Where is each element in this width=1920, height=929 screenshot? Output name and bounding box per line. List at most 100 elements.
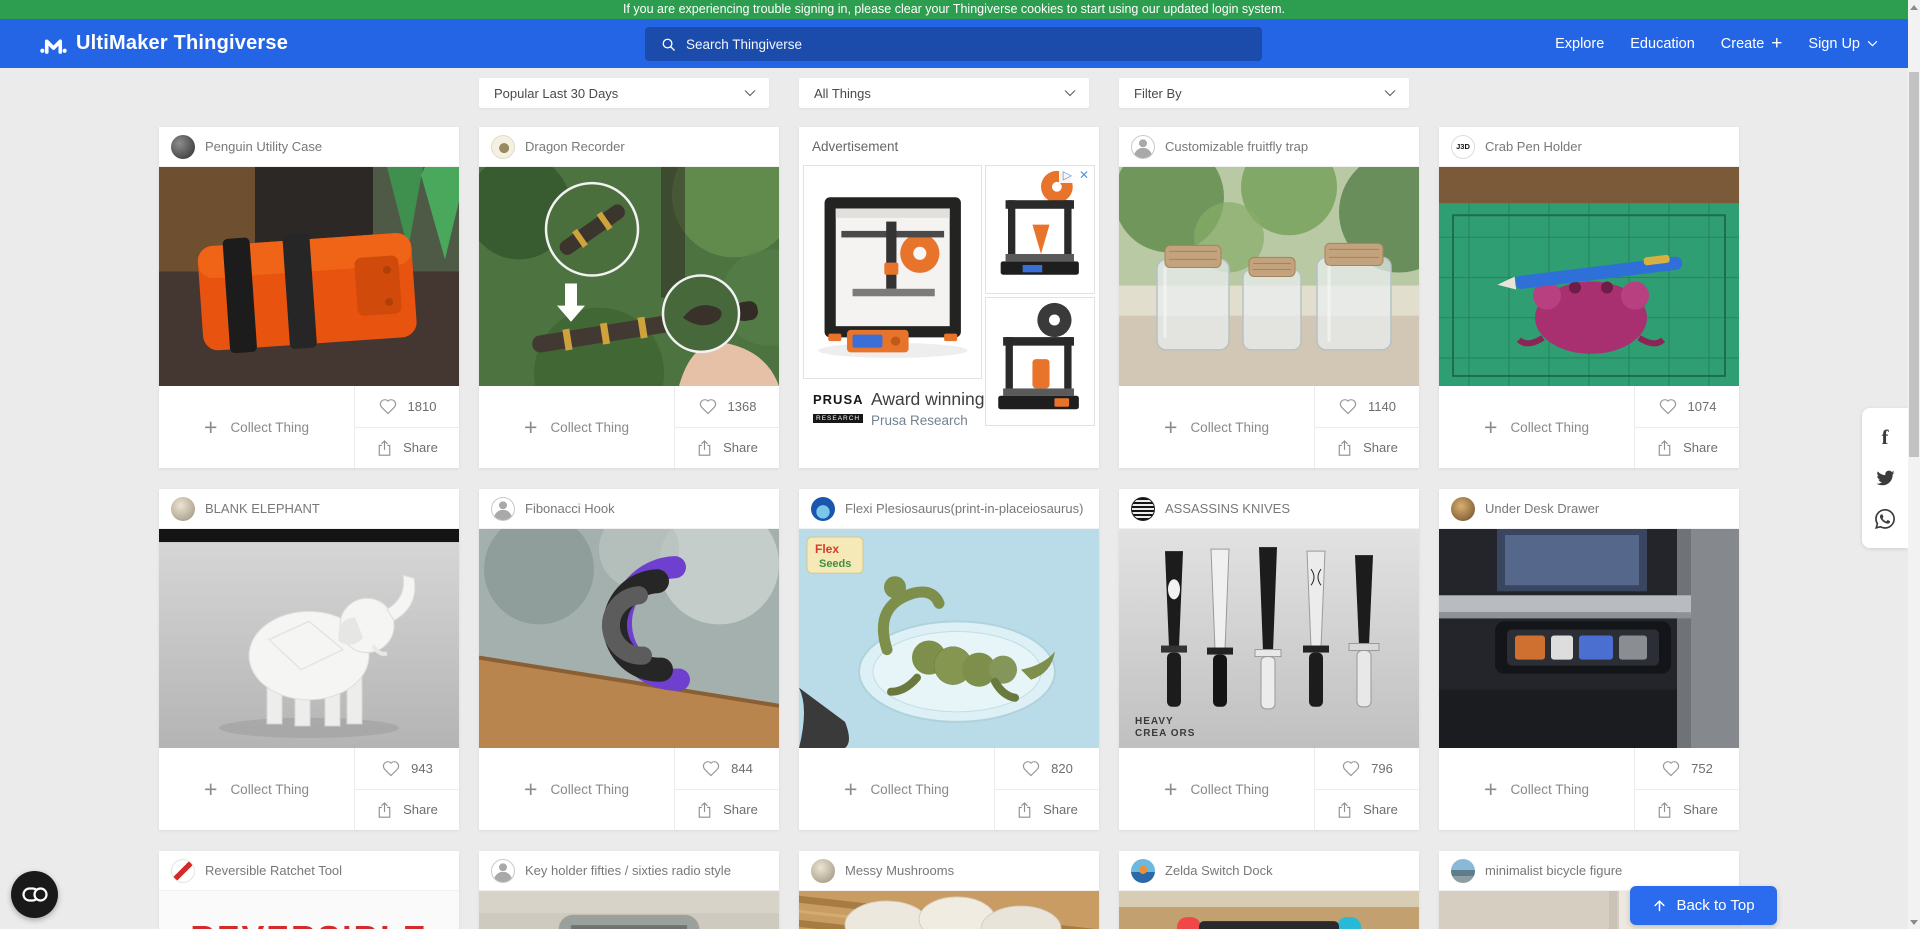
thing-title[interactable]: Zelda Switch Dock (1165, 863, 1273, 878)
back-to-top-button[interactable]: Back to Top (1630, 886, 1777, 925)
ad-printer-image-top[interactable] (985, 165, 1095, 294)
search-box[interactable] (645, 27, 1262, 61)
category-dropdown[interactable]: All Things (799, 78, 1089, 108)
share-button[interactable]: Share (1635, 428, 1739, 469)
thing-title[interactable]: Customizable fruitfly trap (1165, 139, 1308, 154)
thing-title[interactable]: BLANK ELEPHANT (205, 501, 320, 516)
creator-avatar[interactable] (171, 497, 195, 521)
thing-title[interactable]: Under Desk Drawer (1485, 501, 1599, 516)
whatsapp-icon[interactable] (1875, 509, 1895, 529)
creator-avatar[interactable] (1131, 859, 1155, 883)
like-button[interactable]: 796 (1315, 748, 1419, 790)
search-input[interactable] (686, 37, 1248, 52)
nav-explore[interactable]: Explore (1555, 36, 1604, 52)
cookie-settings-button[interactable] (11, 871, 58, 918)
nav-signup[interactable]: Sign Up (1808, 36, 1878, 52)
thing-title[interactable]: Key holder fifties / sixties radio style (525, 863, 731, 878)
thing-title[interactable]: ASSASSINS KNIVES (1165, 501, 1290, 516)
thing-image[interactable]: HEAVYCREA ORS (1119, 529, 1419, 748)
creator-avatar[interactable] (1451, 859, 1475, 883)
collect-thing-button[interactable]: + Collect Thing (799, 748, 995, 830)
thing-image[interactable] (479, 891, 779, 929)
facebook-icon[interactable]: f (1882, 427, 1889, 448)
thing-image[interactable] (799, 891, 1099, 929)
thing-image[interactable] (159, 529, 459, 748)
collect-thing-button[interactable]: + Collect Thing (1119, 386, 1315, 468)
share-button[interactable]: Share (1635, 790, 1739, 831)
like-button[interactable]: 1140 (1315, 386, 1419, 428)
thing-title[interactable]: Reversible Ratchet Tool (205, 863, 342, 878)
creator-avatar[interactable] (491, 497, 515, 521)
scrollbar[interactable] (1908, 0, 1920, 929)
brand-logo[interactable]: UltiMaker Thingiverse (40, 19, 288, 68)
collect-thing-button[interactable]: + Collect Thing (159, 386, 355, 468)
thing-image[interactable] (159, 167, 459, 386)
thing-image[interactable] (1439, 167, 1739, 386)
sort-dropdown[interactable]: Popular Last 30 Days (479, 78, 769, 108)
thing-image[interactable] (479, 167, 779, 386)
thing-title[interactable]: Messy Mushrooms (845, 863, 954, 878)
scroll-down-arrow[interactable] (1908, 915, 1920, 929)
thing-image[interactable] (1439, 529, 1739, 748)
share-button[interactable]: Share (355, 428, 459, 469)
share-button[interactable]: Share (1315, 790, 1419, 831)
thing-title[interactable]: Crab Pen Holder (1485, 139, 1582, 154)
filter-dropdown[interactable]: Filter By (1119, 78, 1409, 108)
collect-thing-button[interactable]: + Collect Thing (1119, 748, 1315, 830)
share-button[interactable]: Share (675, 790, 779, 831)
adchoices-icon[interactable]: ▷ (1063, 168, 1072, 182)
creator-avatar[interactable] (811, 497, 835, 521)
thing-image[interactable]: FlexSeeds (799, 529, 1099, 748)
share-button[interactable]: Share (1315, 428, 1419, 469)
collect-thing-button[interactable]: + Collect Thing (1439, 386, 1635, 468)
share-button[interactable]: Share (675, 428, 779, 469)
ad-printer-image-bottom[interactable] (985, 297, 1095, 426)
nav-education[interactable]: Education (1630, 36, 1695, 52)
prusa-research-logo[interactable]: PRUSA RESEARCH (813, 392, 859, 425)
thing-title[interactable]: minimalist bicycle figure (1485, 863, 1622, 878)
collect-label: Collect Thing (550, 420, 629, 435)
thing-title[interactable]: Dragon Recorder (525, 139, 625, 154)
collect-thing-button[interactable]: + Collect Thing (479, 748, 675, 830)
thing-image[interactable] (1119, 891, 1419, 929)
creator-avatar[interactable] (811, 859, 835, 883)
share-button[interactable]: Share (995, 790, 1099, 831)
thing-title[interactable]: Flexi Plesiosaurus(print-in-placeiosauru… (845, 501, 1083, 516)
collect-thing-button[interactable]: + Collect Thing (159, 748, 355, 830)
thing-title[interactable]: Fibonacci Hook (525, 501, 615, 516)
like-button[interactable]: 1368 (675, 386, 779, 428)
creator-avatar[interactable] (171, 859, 195, 883)
creator-avatar[interactable] (1451, 497, 1475, 521)
like-button[interactable]: 752 (1635, 748, 1739, 790)
like-button[interactable]: 1074 (1635, 386, 1739, 428)
creator-avatar[interactable] (491, 135, 515, 159)
scrollbar-thumb[interactable] (1909, 72, 1919, 457)
like-button[interactable]: 844 (675, 748, 779, 790)
ad-close-icon[interactable]: ✕ (1079, 168, 1089, 182)
thing-image[interactable] (479, 529, 779, 748)
twitter-icon[interactable] (1875, 469, 1896, 487)
creator-avatar[interactable] (1131, 135, 1155, 159)
heart-icon (1341, 759, 1361, 777)
collect-label: Collect Thing (870, 782, 949, 797)
collect-label: Collect Thing (230, 782, 309, 797)
advertisement-creative[interactable]: ▷ ✕ (803, 165, 1095, 379)
thing-image[interactable] (1119, 167, 1419, 386)
creator-avatar[interactable] (1131, 497, 1155, 521)
nav-create[interactable]: Create+ (1721, 34, 1783, 53)
thing-image[interactable]: REVERSIBLE (159, 891, 459, 929)
like-button[interactable]: 1810 (355, 386, 459, 428)
like-button[interactable]: 943 (355, 748, 459, 790)
creator-avatar[interactable] (171, 135, 195, 159)
collect-thing-button[interactable]: + Collect Thing (1439, 748, 1635, 830)
share-button[interactable]: Share (355, 790, 459, 831)
scroll-up-arrow[interactable] (1908, 0, 1920, 14)
search-icon (661, 37, 676, 52)
thing-title[interactable]: Penguin Utility Case (205, 139, 322, 154)
like-button[interactable]: 820 (995, 748, 1099, 790)
thing-card-footer: + Collect Thing 1810 Share (159, 386, 459, 468)
creator-avatar[interactable]: J3D (1451, 135, 1475, 159)
collect-thing-button[interactable]: + Collect Thing (479, 386, 675, 468)
creator-avatar[interactable] (491, 859, 515, 883)
ad-printer-image-large[interactable] (803, 165, 982, 379)
